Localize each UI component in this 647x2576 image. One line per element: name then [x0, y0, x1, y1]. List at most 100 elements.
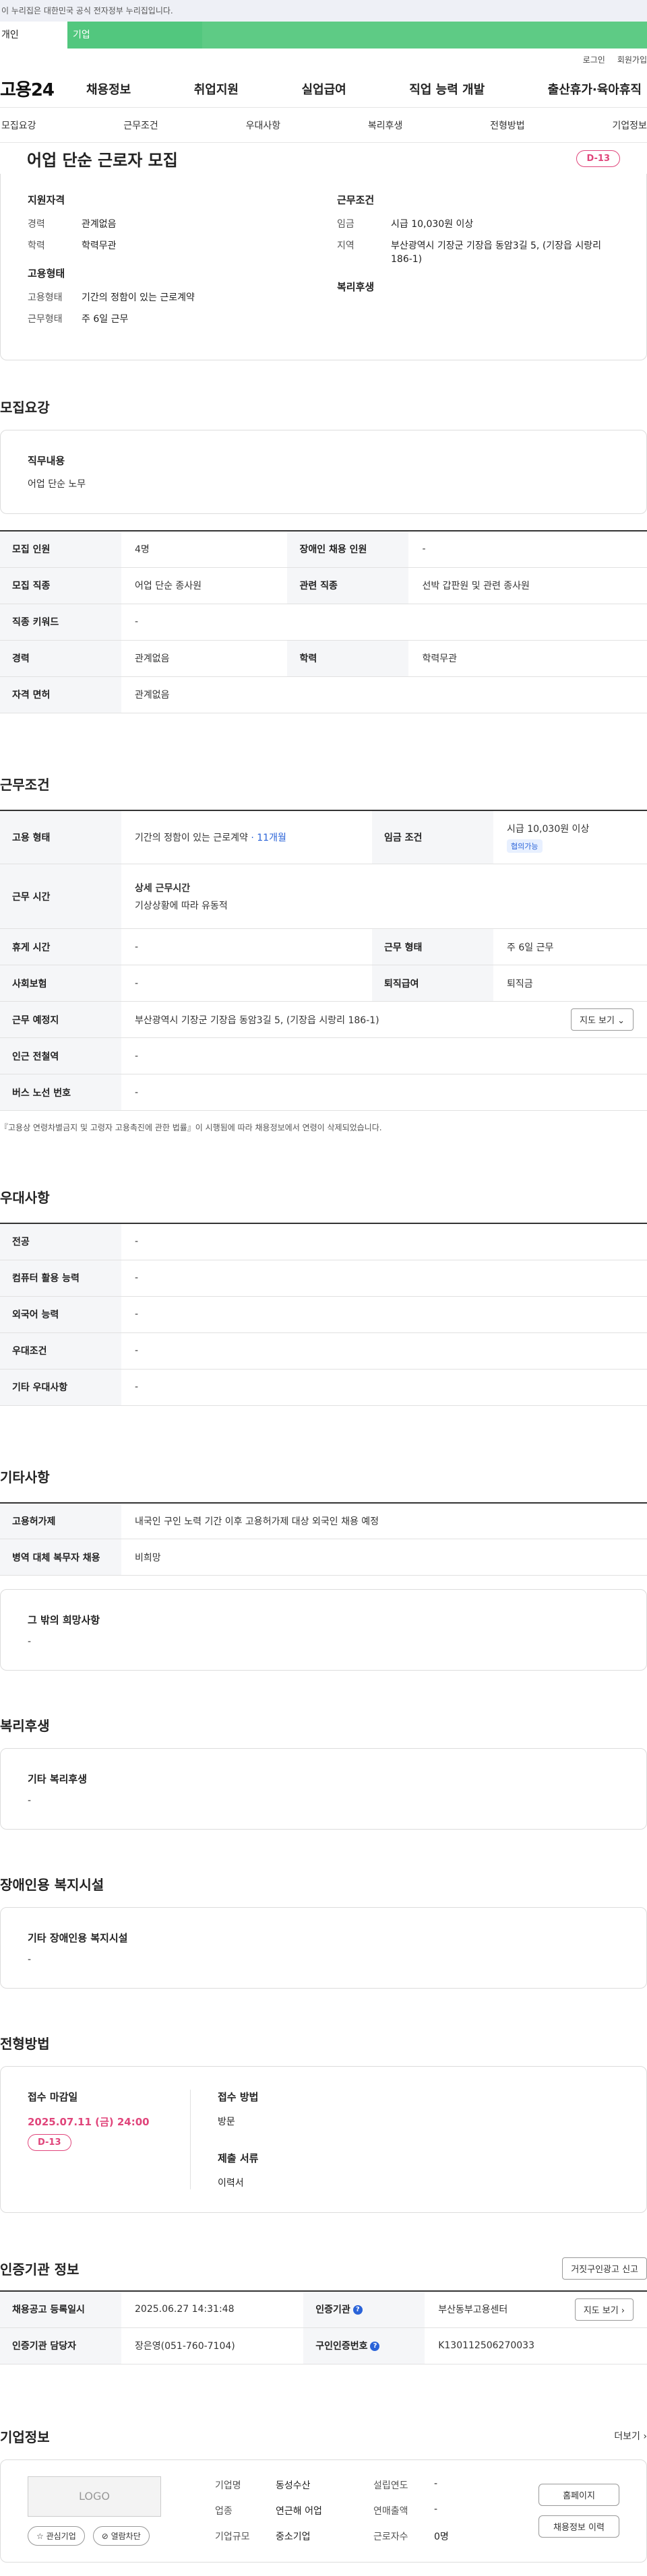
snb-item-recruit[interactable]: 모집요강 — [1, 119, 36, 132]
row-value: - — [121, 1074, 647, 1111]
work-place-value: 부산광역시 기장군 기장읍 동암3길 5, (기장읍 시랑리 186-1) — [135, 1015, 379, 1026]
tabbar-fill — [202, 22, 647, 49]
gnb-item-training[interactable]: 직업 능력 개발 — [409, 80, 485, 98]
disabled-section-title: 장애인용 복지시설 — [0, 1877, 104, 1893]
row-value: - — [121, 1296, 647, 1333]
bottom-spacer — [0, 2563, 647, 2576]
help-icon[interactable]: ? — [370, 2342, 380, 2351]
table-row: 채용공고 등록일시 2025.06.27 14:31:48 인증기관? 부산동부고… — [0, 2291, 647, 2328]
table-row: 전공 - — [0, 1223, 647, 1260]
row-value: - — [121, 928, 373, 965]
row-value: 내국인 구인 노력 기간 이후 고용허가제 대상 외국인 채용 예정 — [121, 1502, 647, 1539]
table-row: 모집 인원 4명 장애인 채용 인원 - — [0, 531, 647, 568]
recruit-table: 모집 인원 4명 장애인 채용 인원 - 모집 직종 어업 단순 종사원 관련 직종 선… — [0, 530, 647, 713]
row-key: 인증기관 담당자 — [0, 2327, 121, 2364]
signup-link[interactable]: 회원가입 — [617, 54, 647, 65]
gnb-item-jobs[interactable]: 채용정보 — [86, 80, 131, 98]
row-key: 인증기관? — [303, 2291, 425, 2328]
row-key: 근무 예정지 — [0, 1001, 121, 1038]
row-key: 자격 면허 — [0, 676, 121, 713]
job-header: 어업 단순 근로자 모집 D-13 — [0, 143, 647, 174]
section-nav: 모집요강 근무조건 우대사항 복리후생 전형방법 기업정보 — [0, 108, 647, 143]
table-row: 근무 시간 상세 근무시간 기상상황에 따라 유동적 — [0, 864, 647, 929]
info-key: 연매출액 — [373, 2506, 408, 2517]
work-table: 고용 형태 기간의 정함이 있는 근로계약 · 11개월 임금 조건 시급 10… — [0, 809, 647, 1111]
wage-negotiable-badge: 협의가능 — [507, 839, 543, 853]
row-value: K130112506270033 — [425, 2327, 647, 2364]
snb-item-process[interactable]: 전형방법 — [490, 119, 525, 132]
row-key: 관련 직종 — [287, 567, 409, 604]
snb-item-company[interactable]: 기업정보 — [612, 119, 647, 132]
company-sub-buttons: ☆ 관심기업 ⊘ 열람차단 — [28, 2525, 161, 2546]
company-logo: LOGO — [28, 2476, 161, 2517]
gnb-item-employment-support[interactable]: 취업지원 — [194, 80, 239, 98]
table-row: 고용 형태 기간의 정함이 있는 근로계약 · 11개월 임금 조건 시급 10… — [0, 810, 647, 864]
dday-badge: D-13 — [28, 2134, 71, 2151]
snb-item-work[interactable]: 근무조건 — [123, 119, 158, 132]
login-link[interactable]: 로그인 — [583, 54, 605, 65]
favorite-company-button[interactable]: ☆ 관심기업 — [28, 2525, 85, 2546]
summary-welfare: 복리후생 — [337, 280, 619, 294]
info-value: - — [434, 2478, 438, 2489]
row-value: 비희망 — [121, 1539, 647, 1576]
table-row: 자격 면허 관계없음 — [0, 676, 647, 713]
row-key: 전공 — [0, 1223, 121, 1260]
homepage-button[interactable]: 홈페이지 — [538, 2484, 619, 2506]
row-key: 병역 대체 복무자 채용 — [0, 1539, 121, 1576]
job-history-button[interactable]: 채용정보 이력 — [538, 2515, 619, 2538]
row-value: 주 6일 근무 — [493, 928, 647, 965]
org-map-button[interactable]: 지도 보기 › — [574, 2298, 634, 2321]
summary-emp-title: 고용형태 — [28, 267, 65, 280]
row-key: 장애인 채용 인원 — [287, 531, 409, 568]
company-more-link[interactable]: 더보기 › — [614, 2429, 647, 2443]
map-view-button[interactable]: 지도 보기 ⌄ — [571, 1008, 634, 1031]
row-value: 시급 10,030원 이상 협의가능 — [493, 810, 647, 864]
block-company-button[interactable]: ⊘ 열람차단 — [92, 2525, 150, 2546]
emp-type-value: 기간의 정함이 있는 근로계약 — [135, 832, 248, 843]
row-key: 휴게 시간 — [0, 928, 121, 965]
row-key: 모집 직종 — [0, 567, 121, 604]
row-value: - — [121, 604, 647, 641]
snb-item-welfare[interactable]: 복리후생 — [368, 119, 403, 132]
row-key: 사회보험 — [0, 965, 121, 1002]
kv-value: 주 6일 근무 — [82, 314, 129, 325]
kv-key: 근무형태 — [28, 314, 63, 325]
tab-personal[interactable]: 개인 — [0, 22, 67, 49]
kv-key: 임금 — [337, 219, 355, 230]
snb-item-pref[interactable]: 우대사항 — [246, 119, 281, 132]
gnb-item-leave[interactable]: 출산휴가·육아휴직 — [548, 80, 642, 98]
row-value: 학력무관 — [408, 640, 647, 677]
row-key: 퇴직급여 — [372, 965, 494, 1002]
gnb-item-unemployment[interactable]: 실업급여 — [302, 80, 346, 98]
row-value: 관계없음 — [121, 676, 647, 713]
row-key: 고용허가제 — [0, 1502, 121, 1539]
deadline-title: 접수 마감일 — [28, 2091, 78, 2103]
info-key: 설립연도 — [373, 2480, 408, 2491]
emp-type-months: · 11개월 — [247, 832, 286, 843]
disabled-box-value: - — [28, 1954, 32, 1965]
help-icon[interactable]: ? — [352, 2305, 363, 2315]
table-row: 직종 키워드 - — [0, 604, 647, 641]
table-row: 근무 예정지 부산광역시 기장군 기장읍 동암3길 5, (기장읍 시랑리 18… — [0, 1001, 647, 1038]
table-row: 병역 대체 복무자 채용 비희망 — [0, 1539, 647, 1576]
company-header: 기업정보 더보기 › — [0, 2426, 647, 2446]
row-value: 상세 근무시간 기상상황에 따라 유동적 — [121, 864, 647, 929]
info-key: 기업명 — [215, 2480, 241, 2491]
row-key: 근무 형태 — [372, 928, 494, 965]
method-title: 접수 방법 — [218, 2091, 259, 2103]
kv-key: 지역 — [337, 240, 355, 251]
kv-value: 관계없음 — [82, 219, 117, 230]
welfare-box-title: 기타 복리후생 — [28, 1773, 88, 1785]
row-value: - — [121, 965, 373, 1002]
etc-table: 고용허가제 내국인 구인 노력 기간 이후 고용허가제 대상 외국인 채용 예정 … — [0, 1502, 647, 1576]
report-fake-ad-button[interactable]: 거짓구인광고 신고 — [562, 2257, 647, 2280]
summary-employment: 고용형태 고용형태 기간의 정함이 있는 근로계약 근무형태 주 6일 근무 — [28, 266, 310, 326]
row-key: 모집 인원 — [0, 531, 121, 568]
tab-business[interactable]: 기업 — [67, 22, 202, 49]
table-row: 인근 전철역 - — [0, 1037, 647, 1074]
info-key: 기업규모 — [215, 2532, 250, 2542]
site-logo[interactable]: 고용24 — [0, 76, 86, 101]
hours-value: 기상상황에 따라 유동적 — [135, 900, 228, 911]
info-value: 0명 — [434, 2532, 449, 2542]
row-key: 고용 형태 — [0, 810, 121, 864]
